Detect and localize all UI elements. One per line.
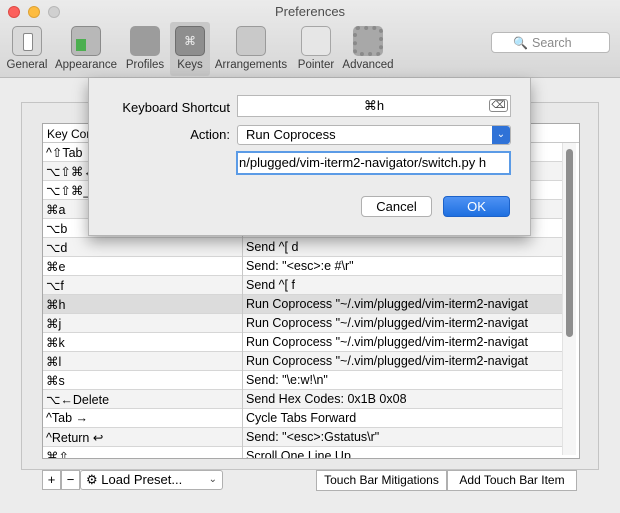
chevron-down-icon: ⌄	[492, 126, 510, 144]
column-divider	[242, 352, 243, 371]
tab-arrangements-label: Arrangements	[214, 59, 288, 71]
key-combination-cell: ⌥←Delete	[46, 393, 110, 407]
key-combination-cell: ⌥f	[46, 279, 64, 293]
tab-profiles-label: Profiles	[125, 59, 165, 71]
key-combination-cell: ^Return ↩	[46, 431, 104, 445]
key-combination-cell: ⌥d	[46, 241, 68, 255]
table-row[interactable]: ⌘k Run Coprocess "~/.vim/plugged/vim-iter…	[43, 333, 563, 352]
table-row[interactable]: ⌘j Run Coprocess "~/.vim/plugged/vim-iter…	[43, 314, 563, 333]
table-row[interactable]: ⌘h Run Coprocess "~/.vim/plugged/vim-iter…	[43, 295, 563, 314]
appearance-icon	[71, 26, 101, 56]
tab-advanced[interactable]: Advanced	[340, 22, 396, 76]
scrollbar-thumb[interactable]	[566, 149, 573, 337]
table-row[interactable]: ^Return ↩ Send: "<esc>:Gstatus\r"	[43, 428, 563, 447]
action-cell: Run Coprocess "~/.vim/plugged/vim-iterm2…	[246, 335, 528, 349]
action-cell: Send ^[ d	[246, 240, 299, 254]
add-mapping-button[interactable]: +	[42, 470, 61, 490]
gear-icon: ⚙	[86, 472, 98, 487]
action-cell: Scroll One Line Up	[246, 449, 351, 459]
column-divider	[242, 333, 243, 352]
column-divider	[242, 238, 243, 257]
window-title: Preferences	[274, 4, 346, 19]
action-cell: Cycle Tabs Forward	[246, 411, 357, 425]
column-divider	[242, 371, 243, 390]
profiles-icon	[130, 26, 160, 56]
search-input[interactable]: 🔍 Search	[491, 32, 610, 53]
chevron-down-icon: ⌄	[208, 474, 217, 485]
keys-icon: ⌘	[175, 26, 205, 56]
table-row[interactable]: ⌘⇧ Scroll One Line Up	[43, 447, 563, 459]
action-cell: Run Coprocess "~/.vim/plugged/vim-iterm2…	[246, 297, 528, 311]
table-scrollbar[interactable]	[562, 143, 576, 455]
table-row[interactable]: ⌘s Send: "\e:w!\n"	[43, 371, 563, 390]
tab-keys[interactable]: ⌘ Keys	[170, 22, 210, 76]
table-row[interactable]: ⌘l Run Coprocess "~/.vim/plugged/vim-iter…	[43, 352, 563, 371]
action-select[interactable]: Run Coprocess ⌄	[237, 125, 511, 145]
column-divider	[242, 295, 243, 314]
tab-appearance-label: Appearance	[54, 59, 118, 71]
title-bar: Preferences General Appearance Profiles …	[0, 0, 620, 78]
tab-general-label: General	[6, 59, 48, 71]
key-combination-cell: ⌘j	[46, 317, 62, 331]
advanced-icon	[353, 26, 383, 56]
tab-pointer[interactable]: Pointer	[294, 22, 338, 76]
pointer-icon	[301, 26, 331, 56]
key-combination-cell: ⌘e	[46, 260, 66, 274]
tab-arrangements[interactable]: Arrangements	[212, 22, 290, 76]
action-cell: Send: "<esc>:e #\r"	[246, 259, 354, 273]
add-touch-bar-item-button[interactable]: Add Touch Bar Item	[447, 470, 577, 491]
action-cell: Send: "<esc>:Gstatus\r"	[246, 430, 380, 444]
column-divider	[242, 257, 243, 276]
column-divider	[242, 447, 243, 458]
ok-button[interactable]: OK	[443, 196, 510, 217]
tab-pointer-label: Pointer	[297, 59, 335, 71]
tab-advanced-label: Advanced	[342, 59, 394, 71]
table-row[interactable]: ⌥d Send ^[ d	[43, 238, 563, 257]
tab-keys-label: Keys	[177, 59, 203, 71]
key-combination-cell: ⌘h	[46, 298, 66, 312]
action-select-value: Run Coprocess	[246, 127, 336, 142]
action-cell: Send: "\e:w!\n"	[246, 373, 328, 387]
touch-bar-mitigations-button[interactable]: Touch Bar Mitigations	[316, 470, 447, 491]
table-row[interactable]: ⌘e Send: "<esc>:e #\r"	[43, 257, 563, 276]
search-icon: 🔍	[513, 36, 528, 50]
table-row[interactable]: ⌥f Send ^[ f	[43, 276, 563, 295]
general-icon	[12, 26, 42, 56]
key-combination-cell: ⌘s	[46, 374, 65, 388]
tab-appearance[interactable]: Appearance	[52, 22, 120, 76]
coprocess-command-field[interactable]: n/plugged/vim-iterm2-navigator/switch.py…	[236, 151, 511, 175]
column-divider	[242, 428, 243, 447]
column-divider	[242, 314, 243, 333]
action-label: Action:	[190, 127, 230, 142]
table-row[interactable]: ⌥←Delete Send Hex Codes: 0x1B 0x08	[43, 390, 563, 409]
key-combination-cell: ⌘l	[46, 355, 62, 369]
load-preset-popup[interactable]: ⚙ Load Preset... ⌄	[80, 470, 223, 490]
tab-general[interactable]: General	[4, 22, 50, 76]
action-cell: Send Hex Codes: 0x1B 0x08	[246, 392, 407, 406]
arrangements-icon	[236, 26, 266, 56]
remove-mapping-button[interactable]: −	[61, 470, 80, 490]
key-combination-cell: ⌘k	[46, 336, 65, 350]
key-combination-cell: ^Tab →	[46, 411, 88, 425]
action-cell: Send ^[ f	[246, 278, 295, 292]
action-cell: Run Coprocess "~/.vim/plugged/vim-iterm2…	[246, 354, 528, 368]
action-cell: Run Coprocess "~/.vim/plugged/vim-iterm2…	[246, 316, 528, 330]
table-row[interactable]: ^Tab → Cycle Tabs Forward	[43, 409, 563, 428]
keyboard-shortcut-field[interactable]: ⌘h	[237, 95, 511, 117]
column-divider	[242, 276, 243, 295]
tab-profiles[interactable]: Profiles	[122, 22, 168, 76]
clear-shortcut-icon[interactable]: ⌫	[489, 99, 508, 112]
cancel-button[interactable]: Cancel	[361, 196, 432, 217]
keyboard-shortcut-label: Keyboard Shortcut	[122, 100, 230, 115]
column-divider	[242, 390, 243, 409]
search-placeholder: Search	[532, 36, 572, 50]
key-combination-cell: ⌘⇧	[46, 450, 69, 459]
column-divider	[242, 409, 243, 428]
load-preset-label: Load Preset...	[101, 472, 183, 487]
